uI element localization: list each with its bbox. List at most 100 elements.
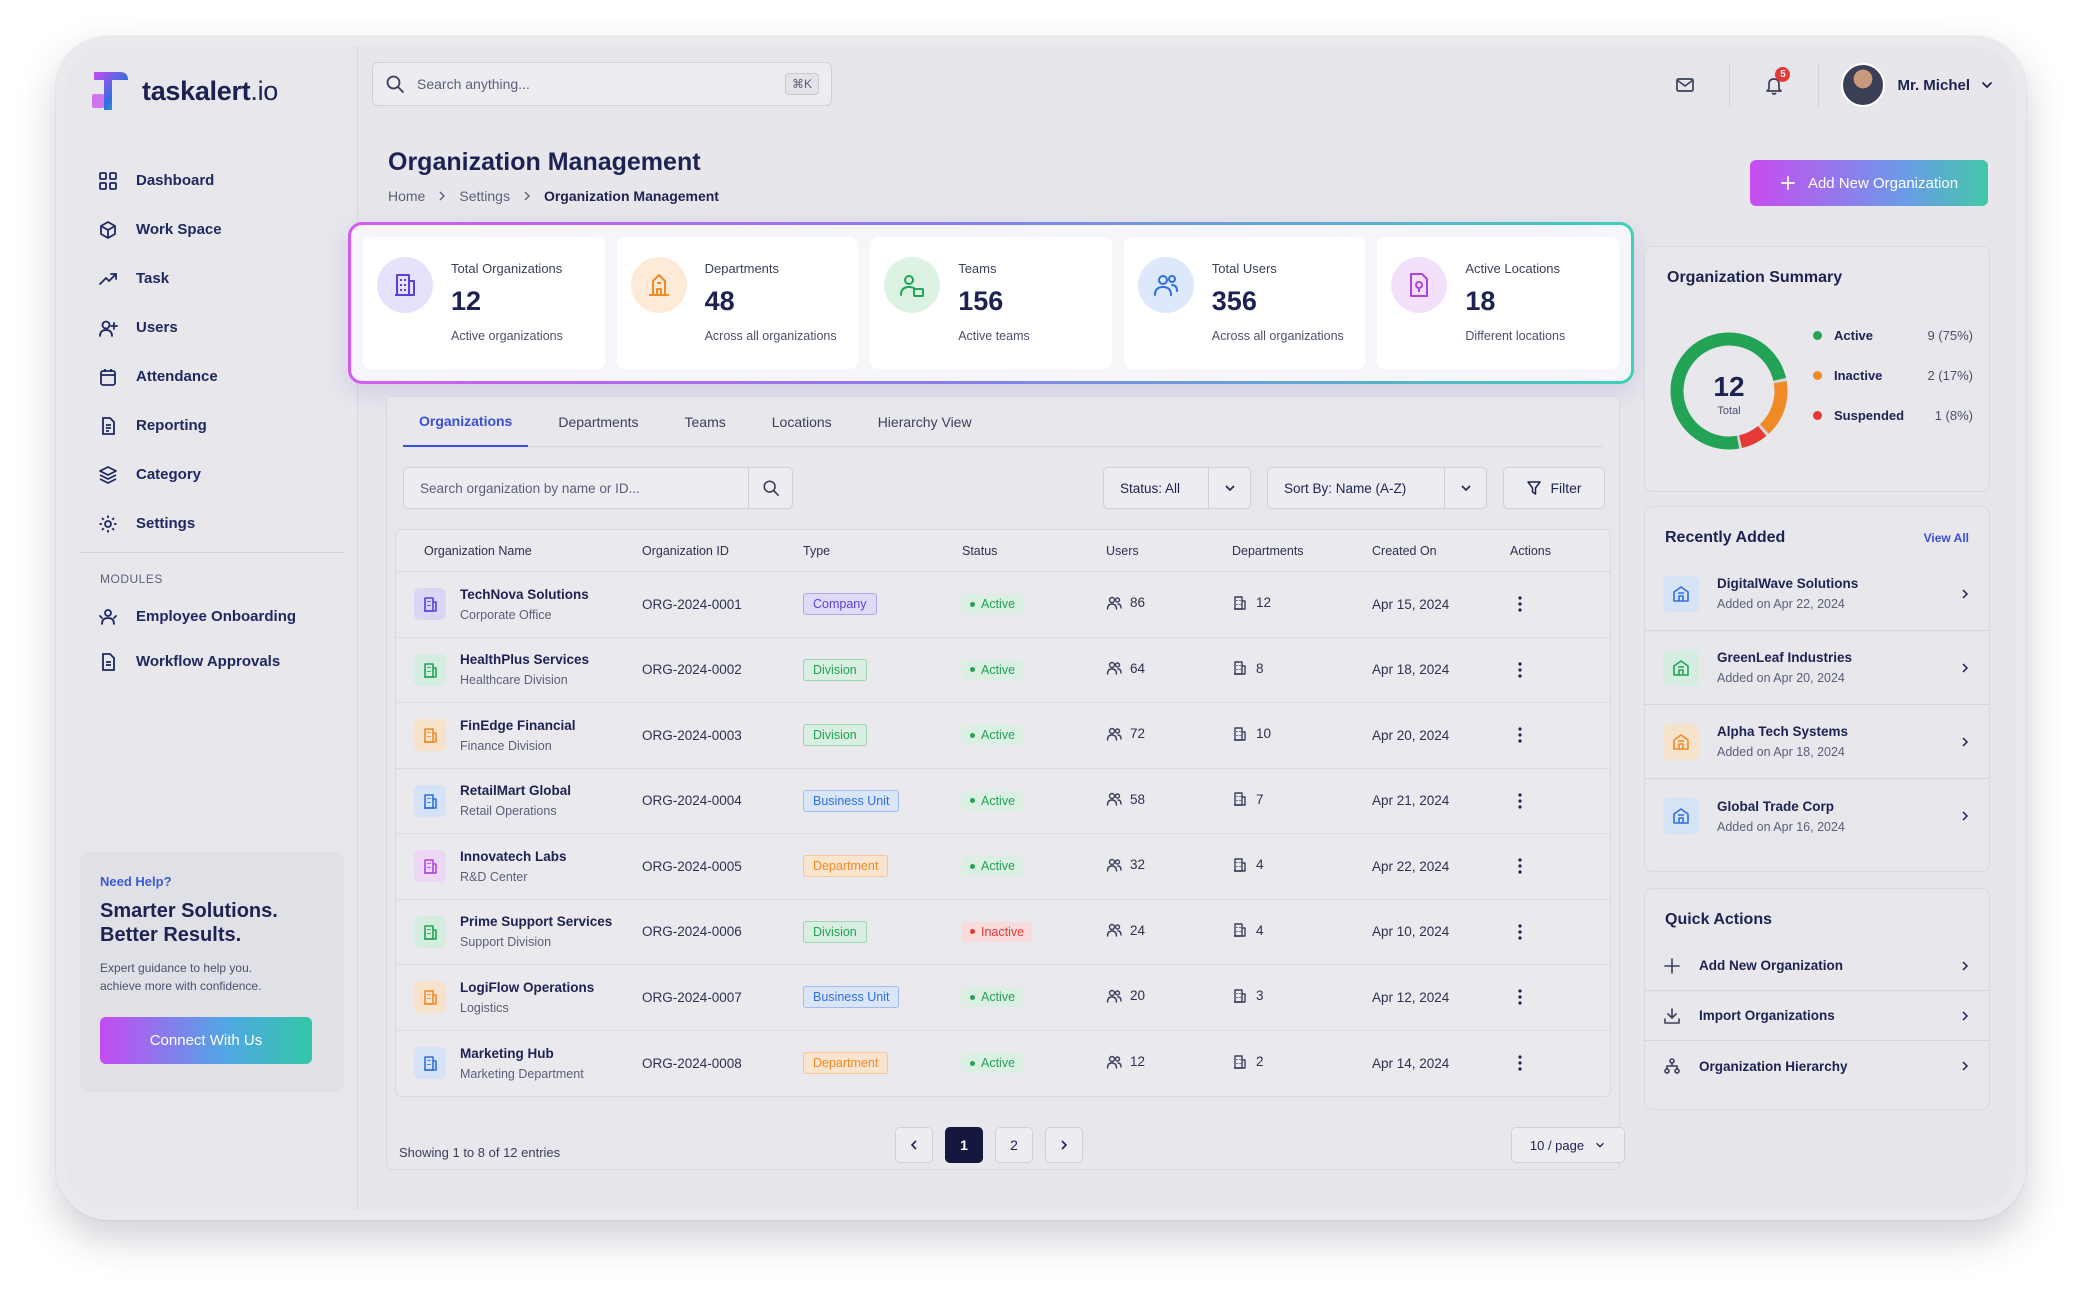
table-row[interactable]: RetailMart Global Retail Operations ORG-… [396, 769, 1610, 834]
sidebar-item-dashboard[interactable]: Dashboard [98, 156, 338, 205]
column-header[interactable]: Created On [1372, 544, 1510, 558]
org-icon [414, 784, 446, 817]
sidebar-item-workspace[interactable]: Work Space [98, 205, 338, 254]
org-subtitle: Support Division [460, 935, 552, 950]
more-actions-button[interactable] [1510, 987, 1530, 1007]
add-organization-button[interactable]: Add New Organization [1750, 160, 1988, 206]
next-page-button[interactable] [1045, 1127, 1083, 1163]
tab-organizations[interactable]: Organizations [403, 397, 529, 447]
column-header[interactable]: Departments [1232, 544, 1372, 558]
status-dot [970, 994, 975, 1000]
global-search-input[interactable]: Search anything... ⌘K [372, 62, 832, 106]
table-row[interactable]: Marketing Hub Marketing Department ORG-2… [396, 1031, 1610, 1097]
view-all-link[interactable]: View All [1924, 531, 1969, 545]
org-icon [414, 719, 446, 752]
breadcrumb-home[interactable]: Home [388, 188, 425, 204]
sidebar-item-attendance[interactable]: Attendance [98, 352, 338, 401]
sidebar-item-settings[interactable]: Settings [98, 499, 338, 548]
table-row[interactable]: Prime Support Services Support Division … [396, 900, 1610, 965]
more-actions-button[interactable] [1510, 594, 1530, 614]
recent-item[interactable]: Global Trade Corp Added on Apr 16, 2024 [1645, 779, 1989, 853]
table-row[interactable]: TechNova Solutions Corporate Office ORG-… [396, 572, 1610, 638]
more-actions-button[interactable] [1510, 1053, 1530, 1073]
recent-item-name: Alpha Tech Systems [1717, 724, 1849, 739]
column-header[interactable]: Type [803, 544, 962, 558]
org-name[interactable]: TechNova Solutions [460, 587, 589, 602]
recent-item[interactable]: DigitalWave Solutions Added on Apr 22, 2… [1645, 557, 1989, 631]
sidebar-item-category[interactable]: Category [98, 450, 338, 499]
filter-label: Filter [1550, 480, 1582, 496]
table-row[interactable]: LogiFlow Operations Logistics ORG-2024-0… [396, 965, 1610, 1031]
org-name[interactable]: LogiFlow Operations [460, 980, 594, 995]
app-logo[interactable]: taskalert.io [90, 68, 278, 114]
quick-action-import-organizations[interactable]: Import Organizations [1645, 991, 1989, 1041]
org-name[interactable]: Prime Support Services [460, 914, 612, 929]
legend-dot [1813, 330, 1822, 340]
org-name[interactable]: HealthPlus Services [460, 652, 589, 667]
stat-label: Total Organizations [451, 261, 563, 276]
status-select[interactable]: Status: All [1103, 467, 1251, 509]
created-on: Apr 18, 2024 [1372, 662, 1450, 678]
sidebar-item-task[interactable]: Task [98, 254, 338, 303]
more-actions-button[interactable] [1510, 725, 1530, 745]
table-row[interactable]: Innovatech Labs R&D Center ORG-2024-0005… [396, 834, 1610, 900]
tab-hierarchy-view[interactable]: Hierarchy View [862, 397, 988, 447]
filter-button[interactable]: Filter [1503, 467, 1605, 509]
recent-list: DigitalWave Solutions Added on Apr 22, 2… [1645, 557, 1989, 853]
recent-item-name: Global Trade Corp [1717, 798, 1835, 814]
table-row[interactable]: HealthPlus Services Healthcare Division … [396, 638, 1610, 703]
search-submit-button[interactable] [748, 468, 792, 508]
more-actions-button[interactable] [1510, 791, 1530, 811]
chevron-right-icon [1962, 811, 1969, 821]
stat-label: Departments [704, 261, 780, 276]
page-button-1[interactable]: 1 [945, 1127, 983, 1163]
org-subtitle: Healthcare Division [460, 673, 568, 688]
building-icon [395, 274, 415, 296]
column-header[interactable]: Organization Name [396, 544, 642, 558]
tab-teams[interactable]: Teams [669, 397, 742, 447]
type-badge: Company [803, 593, 877, 616]
table-row[interactable]: FinEdge Financial Finance Division ORG-2… [396, 703, 1610, 769]
prev-page-button[interactable] [895, 1127, 933, 1163]
chevron-down-icon [1224, 485, 1235, 492]
column-header[interactable]: Users [1106, 544, 1232, 558]
per-page-select[interactable]: 10 / page [1511, 1127, 1625, 1163]
more-actions-button[interactable] [1510, 660, 1530, 680]
organization-search-input[interactable]: Search organization by name or ID... [403, 467, 793, 509]
building-icon [424, 728, 437, 744]
quick-action-organization-hierarchy[interactable]: Organization Hierarchy [1645, 1041, 1989, 1091]
sort-select[interactable]: Sort By: Name (A-Z) [1267, 467, 1487, 509]
more-actions-button[interactable] [1510, 922, 1530, 942]
quick-action-add-organization[interactable]: Add New Organization [1645, 941, 1989, 991]
sidebar-item-employee-onboarding[interactable]: Employee Onboarding [98, 594, 348, 639]
mail-button[interactable] [1663, 63, 1707, 107]
chevron-right-icon [1061, 1140, 1068, 1150]
notifications-button[interactable]: 5 [1752, 63, 1796, 107]
recent-item[interactable]: Alpha Tech Systems Added on Apr 18, 2024 [1645, 705, 1989, 779]
recent-item[interactable]: GreenLeaf Industries Added on Apr 20, 20… [1645, 631, 1989, 705]
help-title: Smarter Solutions. Better Results. [100, 900, 278, 946]
sidebar-item-workflow-approvals[interactable]: Workflow Approvals [98, 639, 348, 684]
org-name[interactable]: Marketing Hub [460, 1046, 584, 1061]
page-button-2[interactable]: 2 [995, 1127, 1033, 1163]
more-actions-button[interactable] [1510, 856, 1530, 876]
tab-locations[interactable]: Locations [756, 397, 848, 447]
search-icon [762, 480, 779, 497]
type-cell: Business Unit [803, 789, 962, 812]
tab-departments[interactable]: Departments [542, 397, 654, 447]
mail-icon [1676, 78, 1695, 92]
connect-button[interactable]: Connect With Us [100, 1017, 312, 1064]
org-name[interactable]: RetailMart Global [460, 783, 571, 798]
sidebar-item-users[interactable]: Users [98, 303, 338, 352]
user-menu[interactable]: Mr. Michel [1841, 63, 1994, 107]
main-nav: Dashboard Work Space Task Users Attendan… [98, 156, 338, 548]
status-dropdown-toggle[interactable] [1208, 468, 1250, 508]
org-name[interactable]: Innovatech Labs [460, 849, 567, 864]
column-header[interactable]: Status [962, 544, 1106, 558]
org-name[interactable]: FinEdge Financial [460, 718, 576, 733]
breadcrumb-settings[interactable]: Settings [459, 188, 510, 204]
status-badge: Active [962, 594, 1024, 615]
column-header[interactable]: Organization ID [642, 544, 803, 558]
sort-dropdown-toggle[interactable] [1444, 468, 1486, 508]
sidebar-item-reporting[interactable]: Reporting [98, 401, 338, 450]
